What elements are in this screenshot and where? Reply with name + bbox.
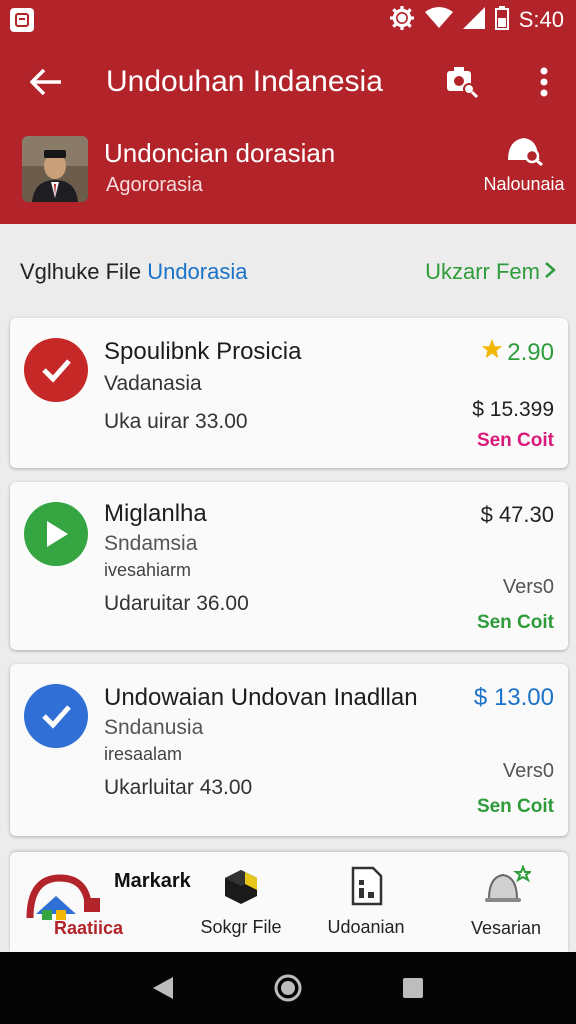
nav-item-label: Sokgr File [200, 917, 282, 937]
battery-icon [494, 6, 509, 34]
more-vert-icon[interactable] [526, 64, 562, 100]
card-version: Vers0 [502, 576, 554, 598]
card-subtitle: Sndamsia [104, 532, 198, 555]
app-bar: Undouhan Indanesia Undoncian dorasian Ag… [0, 40, 576, 224]
list-item[interactable]: Undowaian Undovan Inadllan Sndanusia ire… [10, 664, 568, 836]
play-icon [24, 502, 88, 566]
card-rating: 2.90 [481, 338, 554, 367]
see-all-link[interactable]: Ukzarr Fem [425, 259, 556, 285]
avatar[interactable] [22, 136, 88, 202]
card-meta: Udaruitar 36.00 [104, 592, 249, 615]
check-icon [24, 338, 88, 402]
card-version: Vers0 [502, 760, 554, 782]
card-meta: Uka uirar 33.00 [104, 410, 248, 433]
star-icon [481, 338, 503, 367]
card-action-button[interactable]: Sen Coit [477, 612, 554, 634]
card-price: $ 13.00 [473, 684, 554, 711]
wifi-icon [424, 7, 453, 33]
chevron-right-icon [544, 259, 556, 285]
notification-button[interactable]: Nalounaia [476, 132, 572, 208]
status-right: S:40 [389, 5, 564, 35]
settings-icon [389, 5, 415, 35]
see-all-label: Ukzarr Fem [425, 259, 540, 284]
back-icon[interactable] [143, 968, 183, 1008]
card-subtitle: Vadanasia [104, 372, 202, 395]
card-title: Undowaian Undovan Inadllan [104, 684, 418, 711]
nav-item-notifications[interactable]: Vesarian [446, 852, 566, 952]
system-nav-bar [0, 952, 576, 1024]
section-title-accent[interactable]: Undorasia [147, 259, 247, 284]
status-left [10, 8, 34, 32]
card-title: Miglanlha [104, 500, 207, 527]
cube-icon [221, 866, 261, 911]
back-arrow-icon[interactable] [26, 62, 66, 102]
recents-icon[interactable] [393, 968, 433, 1008]
bottom-nav: Markark Raatiica Sokgr File Udoanian Ves… [10, 852, 568, 952]
card-price: $ 15.399 [472, 398, 554, 421]
section-title: Vglhuke File Undorasia [20, 259, 247, 285]
status-bar: S:40 [0, 0, 576, 40]
nav-item-documents[interactable]: Udoanian [306, 852, 426, 952]
search-camera-icon[interactable] [444, 64, 480, 100]
card-subtitle: Sndanusia [104, 716, 204, 739]
card-price: $ 47.30 [480, 502, 554, 527]
check-icon [24, 684, 88, 748]
card-action-button[interactable]: Sen Coit [477, 796, 554, 818]
list-item[interactable]: Miglanlha Sndamsia ivesahiarm Udaruitar … [10, 482, 568, 650]
nav-item-home[interactable]: Markark Raatiica [20, 852, 191, 952]
profile-subtitle: Agororasia [106, 174, 203, 196]
section-title-prefix: Vglhuke File [20, 259, 142, 284]
signal-icon [462, 7, 485, 33]
bell-search-icon [502, 132, 546, 170]
document-icon [349, 866, 383, 911]
nav-home-label: Raatiica [54, 918, 124, 938]
card-action-button[interactable]: Sen Coit [477, 430, 554, 452]
card-subtitle-2: iresaalam [104, 744, 183, 764]
message-icon [10, 8, 34, 32]
card-title: Spoulibnk Prosicia [104, 338, 302, 365]
nav-item-file[interactable]: Sokgr File [176, 852, 306, 952]
section-header: Vglhuke File Undorasia Ukzarr Fem [0, 244, 576, 300]
home-circle-icon[interactable] [268, 968, 308, 1008]
nav-item-label: Udoanian [327, 917, 405, 937]
list-item[interactable]: Spoulibnk Prosicia Vadanasia Uka uirar 3… [10, 318, 568, 468]
rating-value: 2.90 [507, 338, 554, 366]
status-time: S:40 [518, 7, 564, 32]
card-meta: Ukarluitar 43.00 [104, 776, 253, 799]
notification-label: Nalounaia [483, 174, 565, 194]
nav-item-label: Vesarian [470, 918, 542, 938]
card-subtitle-2: ivesahiarm [104, 560, 192, 580]
profile-name: Undoncian dorasian [104, 138, 336, 168]
app-title: Undouhan Indanesia [106, 65, 383, 98]
bell-icon [481, 864, 533, 912]
